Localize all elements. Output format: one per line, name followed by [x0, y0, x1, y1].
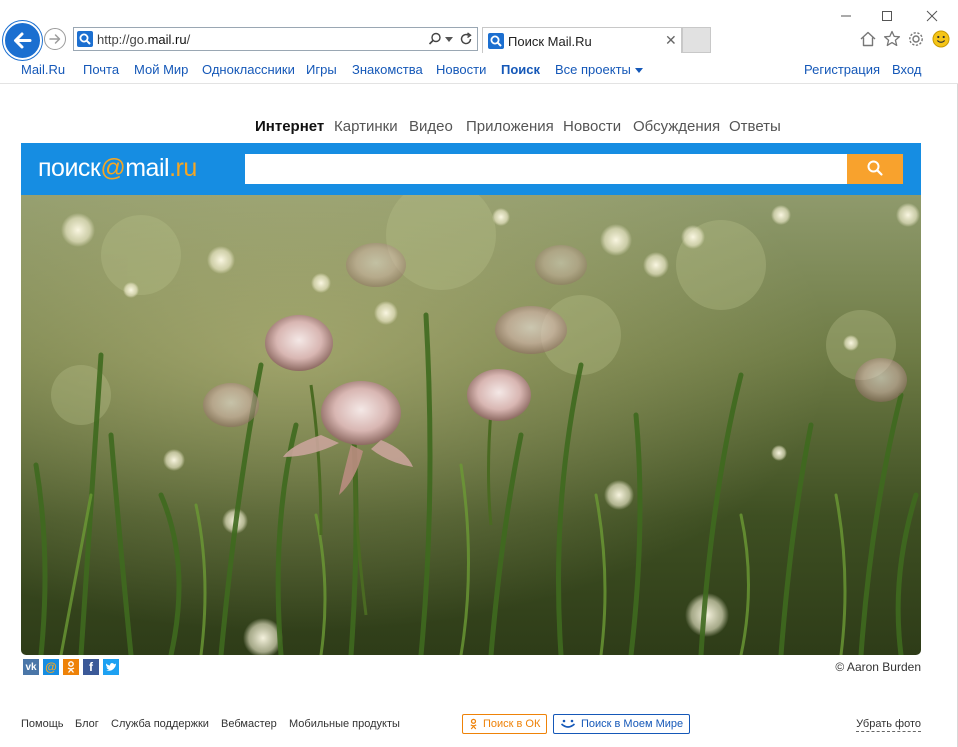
- login-link[interactable]: Вход: [892, 62, 921, 77]
- chevron-down-icon: [634, 68, 643, 74]
- tab-news[interactable]: Новости: [563, 118, 621, 135]
- arrow-right-icon: [49, 34, 61, 44]
- facebook-icon[interactable]: f: [83, 659, 99, 675]
- refresh-icon[interactable]: [459, 32, 473, 46]
- moy-mir-button-label: Поиск в Моем Мире: [581, 718, 684, 730]
- logo-tld: .ru: [169, 154, 197, 182]
- logo-domain: mail: [125, 154, 170, 182]
- search-icon: [867, 160, 883, 176]
- footer-link-help[interactable]: Помощь: [21, 718, 64, 730]
- ok-button-label: Поиск в ОК: [483, 718, 541, 730]
- new-tab-button[interactable]: [682, 27, 711, 53]
- gear-icon[interactable]: [906, 29, 926, 49]
- search-input[interactable]: [245, 154, 848, 184]
- url-text[interactable]: http://go.mail.ru/: [97, 32, 190, 47]
- tab-video[interactable]: Видео: [409, 118, 453, 135]
- arrow-left-icon: [14, 32, 32, 49]
- forward-button[interactable]: [44, 28, 66, 50]
- moy-mir-icon: [560, 719, 576, 728]
- search-vertical-tabs: Интернет Картинки Видео Приложения Новос…: [0, 118, 958, 138]
- minimize-icon[interactable]: [836, 6, 856, 26]
- odnoklassniki-icon: [470, 718, 477, 730]
- tab-apps[interactable]: Приложения: [466, 118, 554, 135]
- nav-all-projects-label: Все проекты: [555, 62, 631, 77]
- footer-link-blog[interactable]: Блог: [75, 718, 99, 730]
- nav-all-projects-dropdown[interactable]: Все проекты: [555, 62, 643, 77]
- tab-images[interactable]: Картинки: [334, 118, 398, 135]
- nav-link-mailru[interactable]: Mail.Ru: [21, 62, 65, 77]
- home-icon[interactable]: [858, 29, 878, 49]
- footer-link-support[interactable]: Служба поддержки: [111, 718, 209, 730]
- url-prefix: http://go.: [97, 32, 148, 47]
- clover-meadow-photo: [21, 195, 921, 655]
- nav-link-odnoklassniki[interactable]: Одноклассники: [202, 62, 295, 77]
- search-in-moy-mir-button[interactable]: Поиск в Моем Мире: [553, 714, 691, 734]
- footer-link-mobile[interactable]: Мобильные продукты: [289, 718, 400, 730]
- odnoklassniki-icon[interactable]: [63, 659, 79, 675]
- smiley-icon[interactable]: [931, 29, 951, 49]
- portal-top-nav: Mail.Ru Почта Мой Мир Одноклассники Игры…: [0, 60, 958, 82]
- nav-link-igry[interactable]: Игры: [306, 62, 337, 77]
- nav-link-poisk[interactable]: Поиск: [501, 62, 540, 77]
- remove-photo-link[interactable]: Убрать фото: [856, 718, 921, 732]
- maximize-icon[interactable]: [877, 6, 897, 26]
- search-in-ok-button[interactable]: Поиск в ОК: [462, 714, 548, 734]
- nav-link-znakomstva[interactable]: Знакомства: [352, 62, 423, 77]
- url-domain: mail.ru: [147, 32, 187, 47]
- twitter-icon[interactable]: [103, 659, 119, 675]
- photo-credit: © Aaron Burden: [835, 660, 921, 674]
- tab-title: Поиск Mail.Ru: [508, 34, 592, 49]
- search-logo[interactable]: поиск@mail.ru: [38, 154, 197, 183]
- register-link[interactable]: Регистрация: [804, 62, 880, 77]
- nav-link-pochta[interactable]: Почта: [83, 62, 119, 77]
- back-button[interactable]: [3, 21, 42, 60]
- dropdown-arrow-icon[interactable]: [445, 37, 453, 42]
- background-photo: [21, 195, 921, 655]
- search-panel: поиск@mail.ru: [21, 143, 921, 195]
- browser-tab[interactable]: Поиск Mail.Ru ✕: [482, 27, 682, 53]
- search-button[interactable]: [847, 154, 903, 184]
- browser-chrome: http://go.mail.ru/ Поиск Mail.Ru ✕ Mail.…: [0, 0, 958, 84]
- vk-icon[interactable]: vk: [23, 659, 39, 675]
- footer-link-webmaster[interactable]: Вебмастер: [221, 718, 277, 730]
- nav-link-novosti[interactable]: Новости: [436, 62, 486, 77]
- address-bar[interactable]: http://go.mail.ru/: [73, 27, 478, 51]
- tab-answers[interactable]: Ответы: [729, 118, 781, 135]
- tab-favicon-icon: [488, 33, 504, 49]
- tab-discussions[interactable]: Обсуждения: [633, 118, 720, 135]
- close-window-icon[interactable]: [922, 6, 942, 26]
- mail-icon[interactable]: @: [43, 659, 59, 675]
- url-suffix: /: [186, 32, 191, 47]
- favorites-star-icon[interactable]: [882, 29, 902, 49]
- tab-close-icon[interactable]: ✕: [665, 32, 677, 49]
- logo-main: поиск: [38, 154, 101, 182]
- tab-internet[interactable]: Интернет: [255, 118, 324, 135]
- logo-at: @: [100, 154, 126, 182]
- search-icon[interactable]: [428, 32, 442, 46]
- site-favicon-icon: [77, 31, 93, 47]
- nav-link-moy-mir[interactable]: Мой Мир: [134, 62, 188, 77]
- footer: Помощь Блог Служба поддержки Вебмастер М…: [0, 714, 958, 738]
